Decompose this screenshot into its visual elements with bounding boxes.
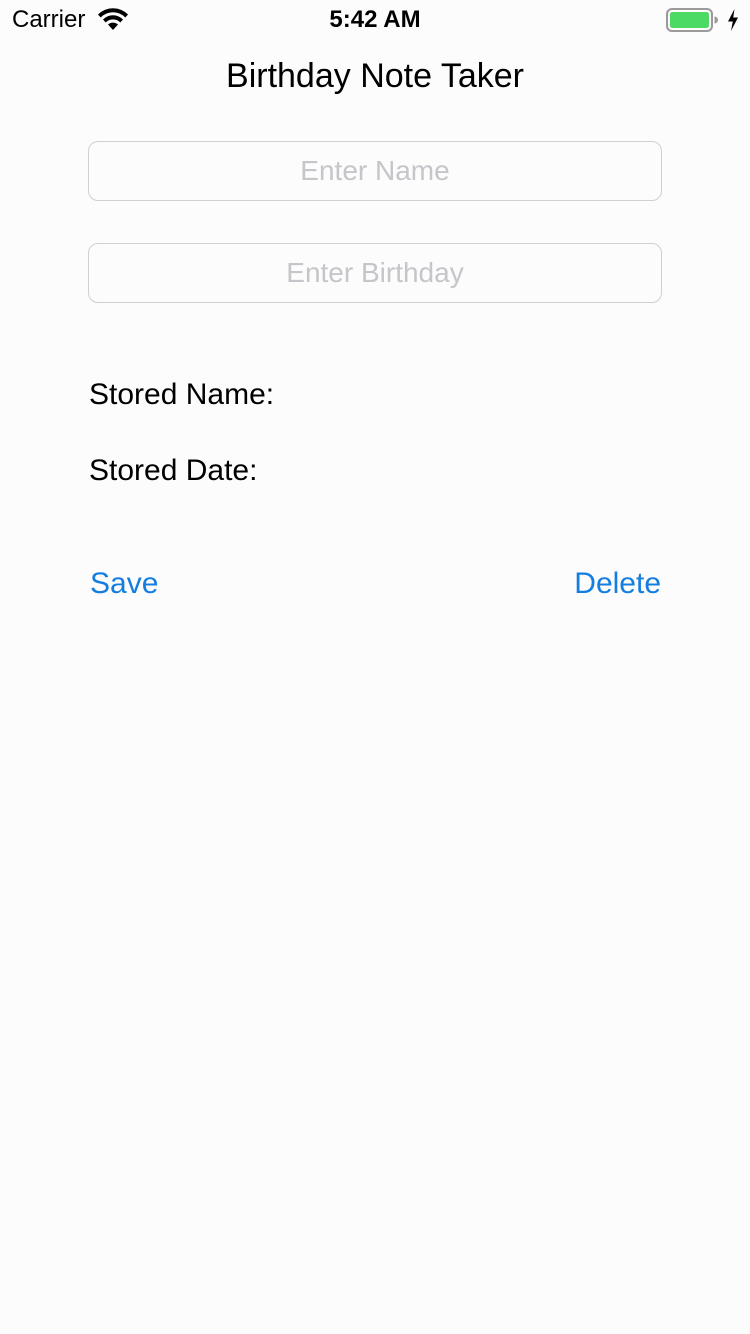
- charging-bolt-icon: [728, 9, 738, 31]
- battery-icon: [666, 8, 718, 32]
- stored-date-label: Stored Date:: [89, 454, 258, 487]
- name-input[interactable]: [88, 141, 662, 201]
- delete-button[interactable]: Delete: [574, 564, 661, 604]
- page-title: Birthday Note Taker: [226, 57, 524, 95]
- birthday-input[interactable]: [88, 243, 662, 303]
- battery-group: [666, 8, 740, 32]
- status-time: 5:42 AM: [329, 6, 421, 33]
- save-button[interactable]: Save: [90, 564, 158, 604]
- status-bar: Carrier 5:42 AM: [0, 0, 750, 40]
- stored-name-label: Stored Name:: [89, 378, 275, 411]
